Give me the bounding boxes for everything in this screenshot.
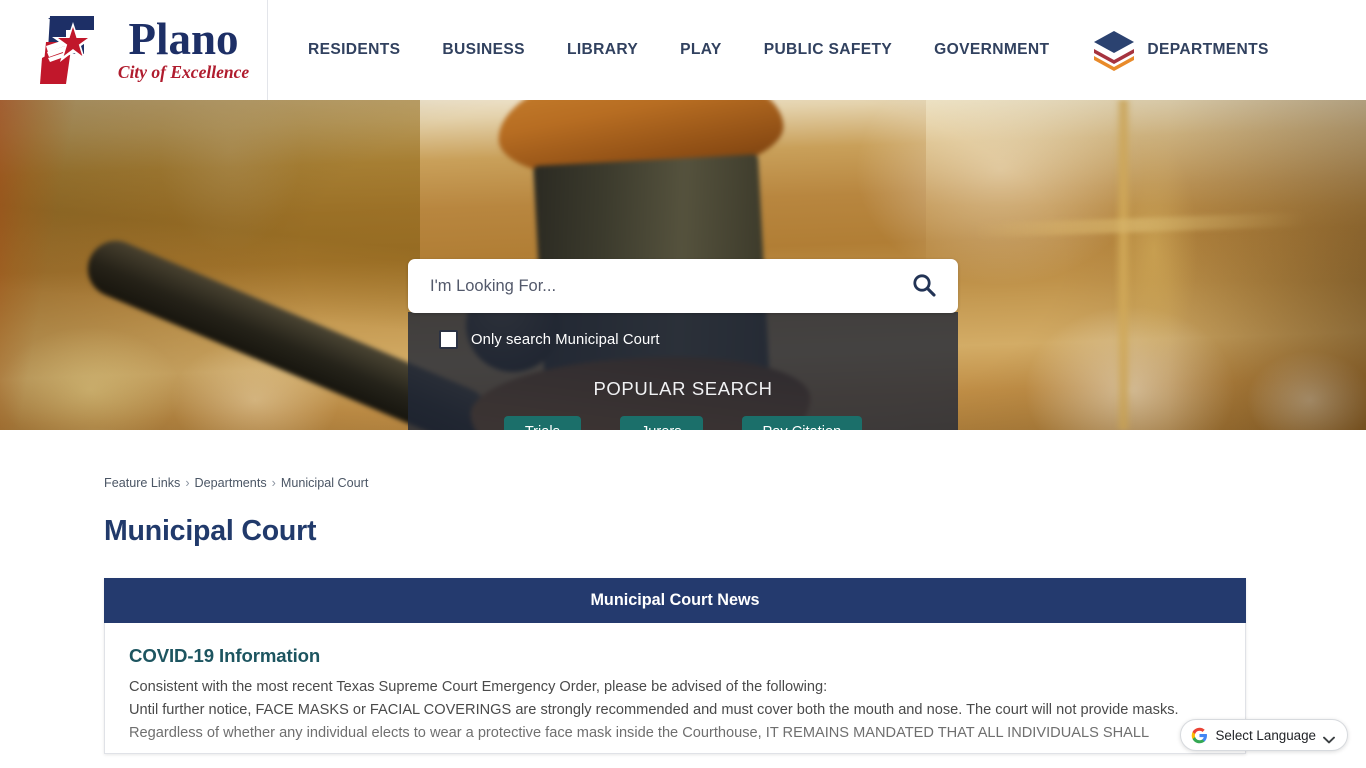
nav-item-departments-label: DEPARTMENTS [1147, 41, 1269, 58]
page-title: Municipal Court [104, 515, 317, 547]
logo-wordmark: Plano [128, 13, 239, 64]
popular-button-jurors[interactable]: Jurors [619, 416, 703, 430]
breadcrumb-item-municipal-court: Municipal Court [280, 476, 369, 490]
news-card-body: COVID-19 Information Consistent with the… [105, 623, 1245, 753]
only-search-checkbox[interactable] [439, 330, 458, 349]
plano-star-p-emblem-icon [32, 12, 110, 88]
logo-tagline: City of Excellence [117, 61, 250, 82]
search-button[interactable] [904, 266, 944, 306]
news-paragraph-2: Until further notice, FACE MASKS or FACI… [129, 701, 1179, 718]
main-content: Feature Links › Departments › Municipal … [0, 430, 1366, 754]
nav-item-public-safety[interactable]: PUBLIC SAFETY [743, 31, 913, 69]
popular-search-title: POPULAR SEARCH [593, 378, 773, 399]
hero-banner: Only search Municipal Court POPULAR SEAR… [0, 100, 1366, 430]
main-navigation: RESIDENTS BUSINESS LIBRARY PLAY PUBLIC S… [268, 0, 1285, 100]
breadcrumb-separator: › [271, 476, 276, 490]
hero-search-panel: Only search Municipal Court POPULAR SEAR… [408, 259, 958, 430]
popular-button-trials[interactable]: Trials [503, 416, 581, 430]
translate-widget-label: Select Language [1215, 727, 1316, 743]
nav-item-residents[interactable]: RESIDENTS [287, 31, 421, 69]
nav-item-play[interactable]: PLAY [659, 31, 743, 69]
nav-item-business[interactable]: BUSINESS [421, 31, 546, 69]
breadcrumb-separator: › [185, 476, 190, 490]
google-g-icon [1191, 727, 1208, 744]
popular-search-buttons: Trials Jurors Pay Citation [428, 416, 938, 430]
layers-stack-icon [1091, 29, 1137, 71]
search-box [408, 259, 958, 313]
breadcrumb: Feature Links › Departments › Municipal … [0, 430, 1366, 490]
municipal-court-news-card: Municipal Court News COVID-19 Informatio… [104, 578, 1246, 754]
search-input[interactable] [430, 276, 904, 296]
news-paragraph-3: Regardless of whether any individual ele… [129, 724, 1150, 741]
only-search-row[interactable]: Only search Municipal Court [428, 326, 938, 351]
nav-item-government[interactable]: GOVERNMENT [913, 31, 1070, 69]
news-heading-covid: COVID-19 Information [129, 645, 321, 666]
only-search-label: Only search Municipal Court [471, 331, 660, 348]
search-icon [911, 272, 937, 301]
nav-item-departments[interactable]: DEPARTMENTS [1070, 19, 1284, 81]
breadcrumb-item-departments[interactable]: Departments [195, 476, 267, 490]
popular-button-pay-citation[interactable]: Pay Citation [741, 416, 863, 430]
news-paragraph-1: Consistent with the most recent Texas Su… [129, 679, 828, 695]
news-card-header: Municipal Court News [104, 578, 1246, 623]
google-translate-widget[interactable]: Select Language [1180, 719, 1348, 751]
site-header: Plano City of Excellence RESIDENTS BUSIN… [0, 0, 1366, 100]
search-panel-body: Only search Municipal Court POPULAR SEAR… [408, 312, 958, 430]
nav-item-library[interactable]: LIBRARY [546, 31, 659, 69]
site-logo[interactable]: Plano City of Excellence [0, 0, 268, 100]
chevron-down-icon [1323, 731, 1335, 744]
breadcrumb-item-feature-links[interactable]: Feature Links [104, 476, 180, 490]
